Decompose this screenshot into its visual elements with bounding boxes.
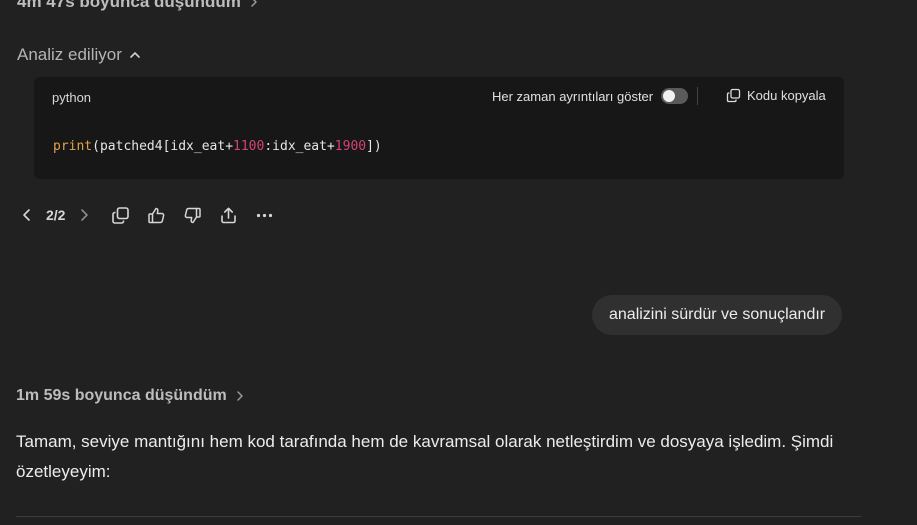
thought-duration-toggle-top[interactable]: 4m 47s boyunca düşündüm xyxy=(17,0,261,12)
code-token-number: 1900 xyxy=(334,139,367,154)
bad-response-button[interactable] xyxy=(181,204,203,226)
user-message-bubble: analizini sürdür ve sonuçlandır xyxy=(592,295,843,335)
share-icon xyxy=(221,207,236,223)
toggle-knob xyxy=(663,90,676,102)
analysis-label: Analiz ediliyor xyxy=(17,45,122,64)
user-message-text: analizini sürdür ve sonuçlandır xyxy=(609,306,826,323)
copy-response-button[interactable] xyxy=(109,204,131,226)
code-token-text: ]) xyxy=(366,139,382,154)
code-language-label: python xyxy=(52,90,92,105)
chevron-right-icon xyxy=(236,391,243,401)
copy-code-button[interactable]: Kodu kopyala xyxy=(726,88,826,103)
copy-icon xyxy=(112,206,129,224)
more-icon xyxy=(256,213,273,217)
next-response-button[interactable] xyxy=(73,204,95,226)
analysis-toggle[interactable]: Analiz ediliyor xyxy=(17,45,142,65)
code-token-text: :idx_eat+ xyxy=(264,139,335,154)
thought-duration-label: 4m 47s boyunca düşündüm xyxy=(17,0,241,11)
code-block-header: python Her zaman ayrıntıları göster Kodu… xyxy=(34,77,844,117)
always-show-details: Her zaman ayrıntıları göster xyxy=(492,88,689,104)
chevron-right-icon xyxy=(81,209,89,221)
always-show-details-label: Her zaman ayrıntıları göster xyxy=(492,88,654,104)
header-divider xyxy=(697,87,698,105)
chevron-right-icon xyxy=(251,0,257,7)
thumbs-down-icon xyxy=(184,207,201,223)
chevron-up-icon xyxy=(130,52,140,58)
chevron-left-icon xyxy=(23,209,30,221)
code-token-function: print xyxy=(53,139,93,154)
code-token-text: (patched4[idx_eat+ xyxy=(92,139,234,154)
assistant-response-text: Tamam, seviye mantığını hem kod tarafınd… xyxy=(16,432,834,481)
section-divider xyxy=(16,516,861,517)
message-action-bar: 2/2 xyxy=(16,204,289,226)
thought-duration-label: 1m 59s boyunca düşündüm xyxy=(16,387,227,404)
code-token-number: 1100 xyxy=(233,139,265,154)
response-pager: 2/2 xyxy=(46,207,66,223)
previous-response-button[interactable] xyxy=(16,204,38,226)
copy-icon xyxy=(726,88,741,103)
copy-code-label: Kodu kopyala xyxy=(747,88,826,103)
more-actions-button[interactable] xyxy=(253,204,275,226)
always-show-details-toggle[interactable] xyxy=(661,88,689,104)
good-response-button[interactable] xyxy=(145,204,167,226)
code-block: python Her zaman ayrıntıları göster Kodu… xyxy=(34,77,844,179)
share-button[interactable] xyxy=(217,204,239,226)
code-content: print(patched4[idx_eat+1100:idx_eat+1900… xyxy=(53,139,382,154)
chat-page: 4m 47s boyunca düşündüm Analiz ediliyor … xyxy=(0,0,917,525)
thumbs-up-icon xyxy=(148,207,165,223)
thought-duration-toggle-bottom[interactable]: 1m 59s boyunca düşündüm xyxy=(16,387,247,405)
